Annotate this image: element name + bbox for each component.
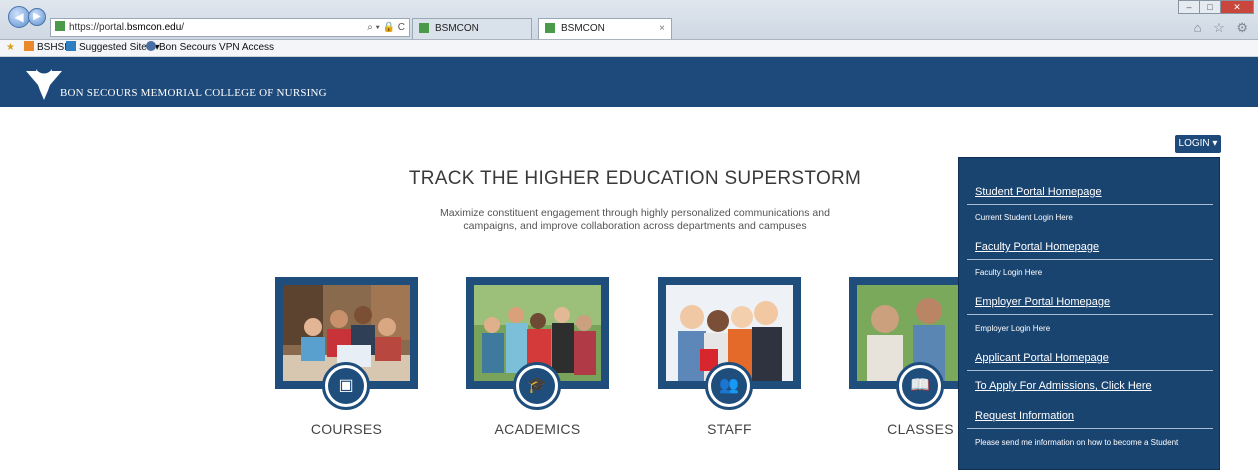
url-suffix: / [181, 22, 185, 33]
apply-admissions-link[interactable]: To Apply For Admissions, Click Here [967, 377, 1213, 395]
tab-close-icon[interactable]: × [659, 19, 665, 38]
tab-favicon-icon [545, 23, 555, 33]
page-description: Maximize constituent engagement through … [440, 207, 830, 232]
college-logo-icon[interactable] [24, 65, 64, 101]
forward-button[interactable]: ▶ [28, 8, 46, 26]
login-button[interactable]: LOGIN ▾ [1175, 135, 1221, 153]
favorite-label: Bon Secours VPN Access [159, 42, 275, 53]
presentation-icon[interactable]: ▣ [322, 362, 370, 410]
minimize-button[interactable]: – [1178, 0, 1200, 14]
courses-glyph: ▣ [328, 368, 364, 404]
divider [967, 259, 1213, 260]
suggested-sites-icon [66, 41, 76, 51]
tab-label: BSMCON [561, 23, 605, 34]
favorites-star-icon[interactable]: ★ [6, 40, 15, 56]
academics-glyph: 🎓 [519, 368, 555, 404]
academics-label[interactable]: ACADEMICS [466, 421, 609, 437]
graduation-cap-icon[interactable]: 🎓 [513, 362, 561, 410]
url-host: bsmcon.edu [126, 22, 182, 33]
site-favicon-icon [55, 21, 65, 31]
maximize-button[interactable]: □ [1199, 0, 1221, 14]
faculty-portal-link[interactable]: Faculty Portal Homepage [967, 238, 1213, 256]
courses-label[interactable]: COURSES [275, 421, 418, 437]
login-dropdown-menu: Student Portal Homepage Current Student … [958, 157, 1220, 470]
favorite-bshsi[interactable]: BSHSI [24, 40, 67, 56]
faculty-login-subtext[interactable]: Faculty Login Here [967, 264, 1213, 282]
window-controls: – □ ✕ [1178, 0, 1254, 14]
divider [967, 428, 1213, 429]
address-bar-tools[interactable]: ⌕ ▾ 🔒 C [367, 19, 405, 36]
browser-tab-2[interactable]: BSMCON × [538, 18, 672, 39]
back-button[interactable]: ◀ [8, 6, 30, 28]
browser-toolbar-icons[interactable]: ⌂ ☆ ⚙ [1194, 20, 1252, 36]
employer-portal-link[interactable]: Employer Portal Homepage [967, 293, 1213, 311]
favorites-bar: ★ BSHSI Suggested Sites ▾ Bon Secours VP… [0, 40, 1258, 57]
request-info-subtext[interactable]: Please send me information on how to bec… [967, 434, 1213, 452]
student-portal-link[interactable]: Student Portal Homepage [967, 183, 1213, 201]
favorite-vpn-access[interactable]: Bon Secours VPN Access [146, 40, 274, 56]
people-icon[interactable]: 👥 [705, 362, 753, 410]
url-prefix: https://portal. [69, 22, 127, 33]
employer-login-subtext[interactable]: Employer Login Here [967, 320, 1213, 338]
site-header: BON SECOURS MEMORIAL COLLEGE OF NURSING [0, 57, 1258, 107]
staff-glyph: 👥 [711, 368, 747, 404]
applicant-portal-link[interactable]: Applicant Portal Homepage [967, 349, 1213, 367]
favorite-label: BSHSI [37, 42, 68, 53]
page-title: TRACK THE HIGHER EDUCATION SUPERSTORM [408, 168, 862, 189]
tab-label: BSMCON [435, 23, 479, 34]
address-bar[interactable]: https://portal.bsmcon.edu/ ⌕ ▾ 🔒 C [50, 18, 410, 37]
student-login-subtext[interactable]: Current Student Login Here [967, 209, 1213, 227]
close-window-button[interactable]: ✕ [1220, 0, 1254, 14]
request-information-link[interactable]: Request Information [967, 407, 1213, 425]
tab-favicon-icon [419, 23, 429, 33]
book-icon[interactable]: 📖 [896, 362, 944, 410]
browser-tab-1[interactable]: BSMCON [412, 18, 532, 39]
site-name[interactable]: BON SECOURS MEMORIAL COLLEGE OF NURSING [60, 87, 327, 99]
vpn-icon [146, 41, 156, 51]
divider [967, 370, 1213, 371]
staff-label[interactable]: STAFF [658, 421, 801, 437]
classes-glyph: 📖 [902, 368, 938, 404]
browser-toolbar: ◀ ▶ https://portal.bsmcon.edu/ ⌕ ▾ 🔒 C B… [0, 0, 1258, 40]
divider [967, 314, 1213, 315]
bshsi-icon [24, 41, 34, 51]
divider [967, 204, 1213, 205]
